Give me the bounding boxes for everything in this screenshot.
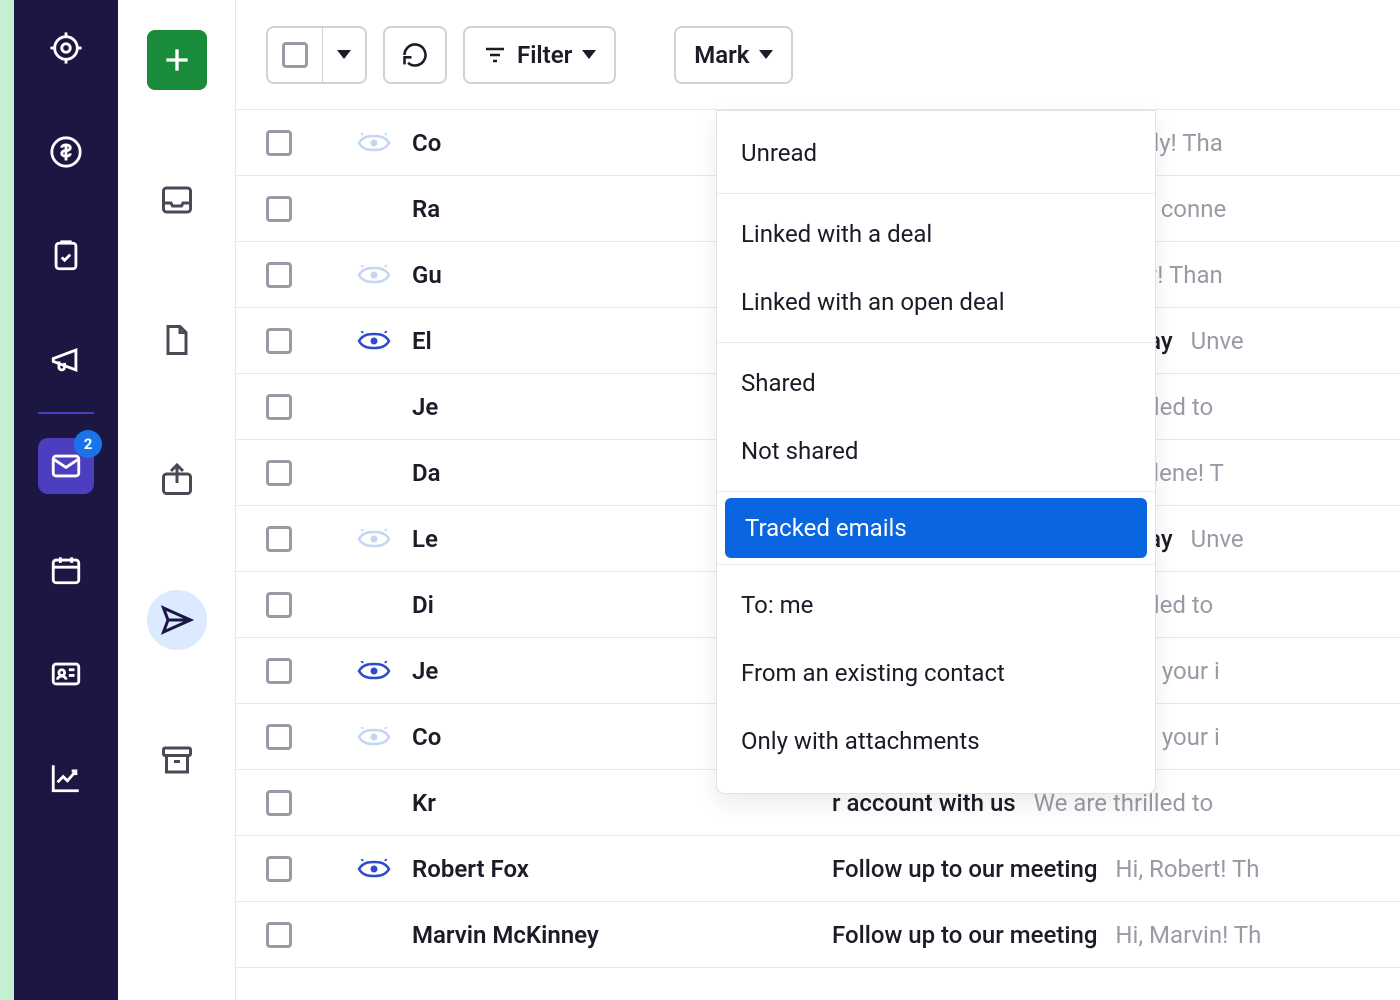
dropdown-separator [717,564,1155,565]
email-preview: Unve [1191,525,1244,553]
select-all-dropdown[interactable] [323,28,365,82]
archive-icon [159,742,195,778]
row-checkbox[interactable] [266,724,292,750]
email-preview: Hi, Robert! Th [1115,855,1259,883]
nav-calendar[interactable] [38,542,94,598]
dollar-icon [49,135,83,169]
checkbox-icon [282,42,308,68]
main-content: Filter Mark Colow up to our meetingHi, C… [236,0,1400,1000]
filter-option[interactable]: Linked with an open deal [717,268,1155,336]
filter-dropdown: Unread Linked with a dealLinked with an o… [716,110,1156,794]
filter-option[interactable]: Unread [717,119,1155,187]
sec-sent[interactable] [147,590,207,650]
document-icon [159,322,195,358]
row-checkbox[interactable] [266,922,292,948]
mark-button[interactable]: Mark [674,26,793,84]
megaphone-icon [49,343,83,377]
calendar-icon [49,553,83,587]
nav-campaigns[interactable] [38,332,94,388]
sec-inbox[interactable] [147,170,207,230]
plus-icon [161,44,193,76]
eye-icon [357,727,391,747]
filter-option[interactable]: Linked with a deal [717,200,1155,268]
eye-icon [357,859,391,879]
inbox-icon [159,182,195,218]
nav-target[interactable] [38,20,94,76]
sec-drafts[interactable] [147,310,207,370]
eye-icon [357,265,391,285]
dropdown-separator [717,491,1155,492]
row-checkbox[interactable] [266,658,292,684]
secondary-nav [118,0,236,1000]
filter-label: Filter [517,41,572,69]
filter-option[interactable]: Only with attachments [717,707,1155,775]
chevron-down-icon [582,50,596,59]
sender-name: Robert Fox [412,855,832,883]
mail-badge: 2 [74,430,102,458]
email-subject: Follow up to our meeting [832,921,1097,949]
row-checkbox[interactable] [266,592,292,618]
primary-nav: 2 [14,0,118,1000]
sender-name: Marvin McKinney [412,921,832,949]
email-preview: Hi, Marvin! Th [1115,921,1261,949]
nav-divider [38,412,94,414]
target-icon [49,31,83,65]
sec-archive[interactable] [147,730,207,790]
row-checkbox[interactable] [266,460,292,486]
chevron-down-icon [337,50,351,59]
contacts-icon [49,657,83,691]
row-checkbox[interactable] [266,526,292,552]
nav-tasks[interactable] [38,228,94,284]
clipboard-icon [49,239,83,273]
row-checkbox[interactable] [266,196,292,222]
chart-icon [49,761,83,795]
row-checkbox[interactable] [266,856,292,882]
mark-label: Mark [694,41,749,69]
eye-icon [357,661,391,681]
sent-icon [159,602,195,638]
toolbar: Filter Mark [236,0,1400,110]
filter-button[interactable]: Filter [463,26,616,84]
email-row[interactable]: Marvin McKinneyFollow up to our meeting H… [236,902,1400,968]
email-preview: Unve [1191,327,1244,355]
row-checkbox[interactable] [266,790,292,816]
nav-mail[interactable]: 2 [38,438,94,494]
eye-icon [357,529,391,549]
email-row[interactable]: Robert FoxFollow up to our meeting Hi, Ro… [236,836,1400,902]
filter-option[interactable]: From an existing contact [717,639,1155,707]
email-subject: Follow up to our meeting [832,855,1097,883]
filter-option[interactable]: Shared [717,349,1155,417]
select-all-group [266,26,367,84]
chevron-down-icon [759,50,773,59]
select-all-checkbox[interactable] [268,28,322,82]
eye-icon [357,133,391,153]
row-checkbox[interactable] [266,130,292,156]
sec-outbox[interactable] [147,450,207,510]
refresh-button[interactable] [383,26,447,84]
filter-option[interactable]: Tracked emails [725,498,1147,558]
refresh-icon [401,41,429,69]
filter-option[interactable]: Not shared [717,417,1155,485]
compose-button[interactable] [147,30,207,90]
row-checkbox[interactable] [266,262,292,288]
outbox-icon [159,462,195,498]
row-checkbox[interactable] [266,328,292,354]
filter-icon [483,43,507,67]
nav-reports[interactable] [38,750,94,806]
filter-option[interactable]: To: me [717,571,1155,639]
dropdown-separator [717,193,1155,194]
nav-contacts[interactable] [38,646,94,702]
nav-deals[interactable] [38,124,94,180]
eye-icon [357,331,391,351]
row-checkbox[interactable] [266,394,292,420]
dropdown-separator [717,342,1155,343]
